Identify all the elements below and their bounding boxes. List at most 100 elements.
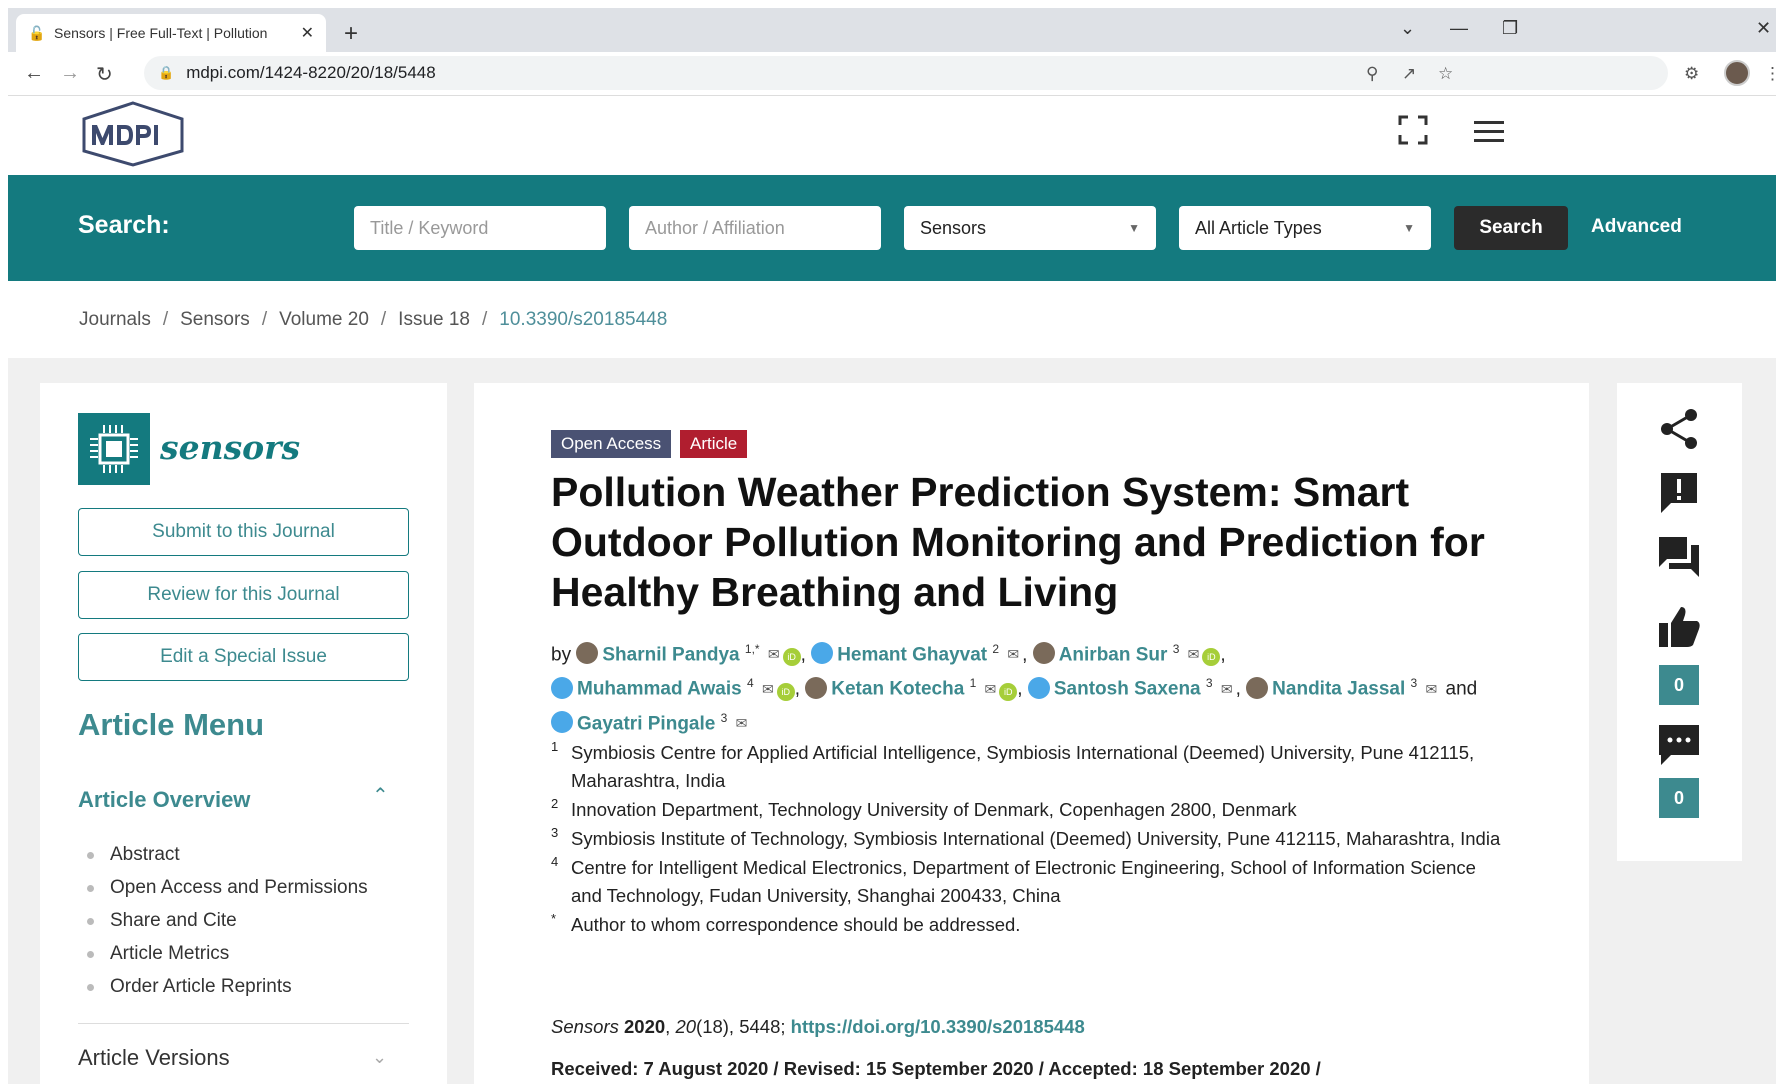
search-label: Search: bbox=[78, 211, 170, 239]
article-type-select[interactable]: All Article Types ▼ bbox=[1179, 206, 1431, 250]
title-keyword-input[interactable]: Title / Keyword bbox=[354, 206, 606, 250]
article-versions-toggle[interactable]: Article Versions bbox=[78, 1045, 230, 1071]
email-icon[interactable]: ✉ bbox=[1188, 640, 1200, 668]
site-favicon-icon: 🔓 bbox=[28, 25, 46, 41]
author-photo-icon bbox=[576, 642, 599, 665]
citation-line: Sensors 2020, 20(18), 5448; https://doi.… bbox=[551, 1016, 1085, 1037]
mdpi-logo[interactable] bbox=[78, 101, 188, 167]
close-tab-icon[interactable]: ✕ bbox=[301, 23, 314, 43]
author-name[interactable]: Santosh Saxena bbox=[1054, 679, 1201, 700]
article-title: Pollution Weather Prediction System: Sma… bbox=[551, 469, 1485, 615]
doi-link[interactable]: https://doi.org/10.3390/s20185448 bbox=[791, 1016, 1085, 1037]
author-placeholder-icon bbox=[1027, 676, 1050, 699]
orcid-icon[interactable]: iD bbox=[782, 648, 801, 667]
author-name[interactable]: Sharnil Pandya bbox=[602, 644, 739, 665]
divider bbox=[78, 1023, 409, 1024]
hamburger-menu-icon[interactable] bbox=[1474, 119, 1504, 143]
author-placeholder-icon bbox=[551, 710, 573, 733]
fullscreen-icon[interactable] bbox=[1398, 115, 1428, 145]
extensions-icon[interactable]: ⚙ bbox=[1684, 64, 1699, 84]
breadcrumb-current-doi: 10.3390/s20185448 bbox=[499, 309, 668, 330]
author-name[interactable]: Gayatri Pingale bbox=[577, 713, 715, 734]
close-window-icon[interactable]: ✕ bbox=[1756, 18, 1771, 39]
share-page-icon[interactable]: ↗ bbox=[1402, 64, 1416, 84]
breadcrumb-volume[interactable]: Volume 20 bbox=[279, 309, 369, 330]
menu-item-open-access[interactable]: Open Access and Permissions bbox=[78, 877, 368, 910]
article-dates: Received: 7 August 2020 / Revised: 15 Se… bbox=[551, 1058, 1321, 1079]
search-bar: Search: Title / Keyword Author / Affilia… bbox=[8, 175, 1776, 281]
breadcrumb-issue[interactable]: Issue 18 bbox=[398, 309, 470, 330]
edit-special-issue-button[interactable]: Edit a Special Issue bbox=[78, 633, 409, 681]
comment-count: 0 bbox=[1659, 778, 1699, 818]
email-icon[interactable]: ✉ bbox=[985, 675, 997, 703]
email-icon[interactable]: ✉ bbox=[1426, 675, 1438, 703]
comments-icon[interactable] bbox=[1657, 535, 1701, 579]
right-action-panel: 0 0 bbox=[1617, 383, 1742, 861]
email-icon[interactable]: ✉ bbox=[768, 640, 780, 668]
submit-to-journal-button[interactable]: Submit to this Journal bbox=[78, 508, 409, 556]
affiliation-item: 3 Symbiosis Institute of Technology, Symb… bbox=[551, 825, 1501, 849]
zoom-icon[interactable]: ⚲ bbox=[1366, 64, 1378, 84]
chevron-up-icon[interactable]: ⌃ bbox=[372, 783, 389, 808]
menu-item-abstract[interactable]: Abstract bbox=[78, 844, 368, 877]
minimize-icon[interactable]: — bbox=[1450, 18, 1468, 39]
email-icon[interactable]: ✉ bbox=[736, 709, 748, 737]
email-icon[interactable]: ✉ bbox=[1221, 675, 1233, 703]
author-affiliation-input[interactable]: Author / Affiliation bbox=[629, 206, 881, 250]
article-menu-title: Article Menu bbox=[78, 707, 265, 742]
author-name[interactable]: Hemant Ghayvat bbox=[837, 644, 987, 665]
author-name[interactable]: Nandita Jassal bbox=[1272, 679, 1405, 700]
reload-icon[interactable]: ↻ bbox=[96, 62, 113, 87]
email-icon[interactable]: ✉ bbox=[762, 675, 774, 703]
review-for-journal-button[interactable]: Review for this Journal bbox=[78, 571, 409, 619]
breadcrumb-journals[interactable]: Journals bbox=[79, 309, 151, 330]
journal-select[interactable]: Sensors ▼ bbox=[904, 206, 1156, 250]
journal-name[interactable]: sensors bbox=[160, 428, 300, 467]
forward-icon[interactable]: → bbox=[60, 62, 80, 85]
author-name[interactable]: Anirban Sur bbox=[1059, 644, 1168, 665]
restore-icon[interactable]: ❐ bbox=[1502, 18, 1518, 39]
dropdown-caret-icon: ▼ bbox=[1128, 221, 1140, 235]
like-count: 0 bbox=[1659, 665, 1699, 705]
author-photo-icon bbox=[805, 676, 828, 699]
site-header bbox=[8, 97, 1776, 175]
share-icon[interactable] bbox=[1657, 407, 1701, 451]
browser-menu-icon[interactable]: ⋮ bbox=[1764, 64, 1776, 84]
journal-select-value: Sensors bbox=[920, 217, 987, 238]
tab-search-icon[interactable]: ⌄ bbox=[1400, 18, 1415, 39]
author-list: by Sharnil Pandya 1,* ✉ iD, Hemant Ghayva… bbox=[551, 635, 1551, 738]
lock-icon: 🔒 bbox=[158, 65, 175, 80]
browser-tab[interactable]: 🔓 Sensors | Free Full-Text | Pollution ✕ bbox=[16, 14, 326, 52]
orcid-icon[interactable]: iD bbox=[999, 682, 1018, 701]
open-access-badge: Open Access bbox=[551, 430, 672, 458]
author-name[interactable]: Ketan Kotecha bbox=[831, 679, 964, 700]
new-tab-icon[interactable]: + bbox=[344, 20, 358, 48]
breadcrumb-sensors[interactable]: Sensors bbox=[180, 309, 250, 330]
menu-item-share-cite[interactable]: Share and Cite bbox=[78, 910, 368, 943]
bookmark-star-icon[interactable]: ☆ bbox=[1438, 64, 1453, 84]
back-icon[interactable]: ← bbox=[24, 62, 44, 85]
article-overview-toggle[interactable]: Article Overview bbox=[78, 787, 250, 813]
chevron-down-icon[interactable]: ⌄ bbox=[372, 1047, 387, 1068]
orcid-icon[interactable]: iD bbox=[1202, 648, 1221, 667]
profile-avatar[interactable] bbox=[1724, 60, 1750, 86]
breadcrumb: Journals / Sensors / Volume 20/Issue 18/10.3… bbox=[79, 309, 668, 330]
address-bar: ← → ↻ 🔒 mdpi.com/1424-8220/20/18/5448 ⚲ … bbox=[8, 52, 1776, 96]
sensors-journal-logo[interactable] bbox=[78, 413, 150, 485]
orcid-icon[interactable]: iD bbox=[776, 682, 795, 701]
email-icon[interactable]: ✉ bbox=[1007, 640, 1019, 668]
article-overview-list: Abstract Open Access and Permissions Sha… bbox=[78, 844, 368, 1009]
menu-item-metrics[interactable]: Article Metrics bbox=[78, 943, 368, 976]
author-photo-icon bbox=[1032, 642, 1055, 665]
author-placeholder-icon bbox=[811, 642, 834, 665]
advanced-search-link[interactable]: Advanced bbox=[1591, 216, 1682, 238]
discussion-icon[interactable] bbox=[1657, 723, 1701, 767]
menu-item-reprints[interactable]: Order Article Reprints bbox=[78, 976, 368, 1009]
article-type-badge: Article bbox=[680, 430, 748, 458]
thumbs-up-icon[interactable] bbox=[1657, 605, 1701, 649]
dropdown-caret-icon: ▼ bbox=[1403, 221, 1415, 235]
search-button[interactable]: Search bbox=[1454, 206, 1568, 250]
correspondence-note: * Author to whom correspondence should be… bbox=[551, 911, 1021, 935]
report-error-icon[interactable] bbox=[1657, 471, 1701, 515]
author-name[interactable]: Muhammad Awais bbox=[577, 679, 742, 700]
